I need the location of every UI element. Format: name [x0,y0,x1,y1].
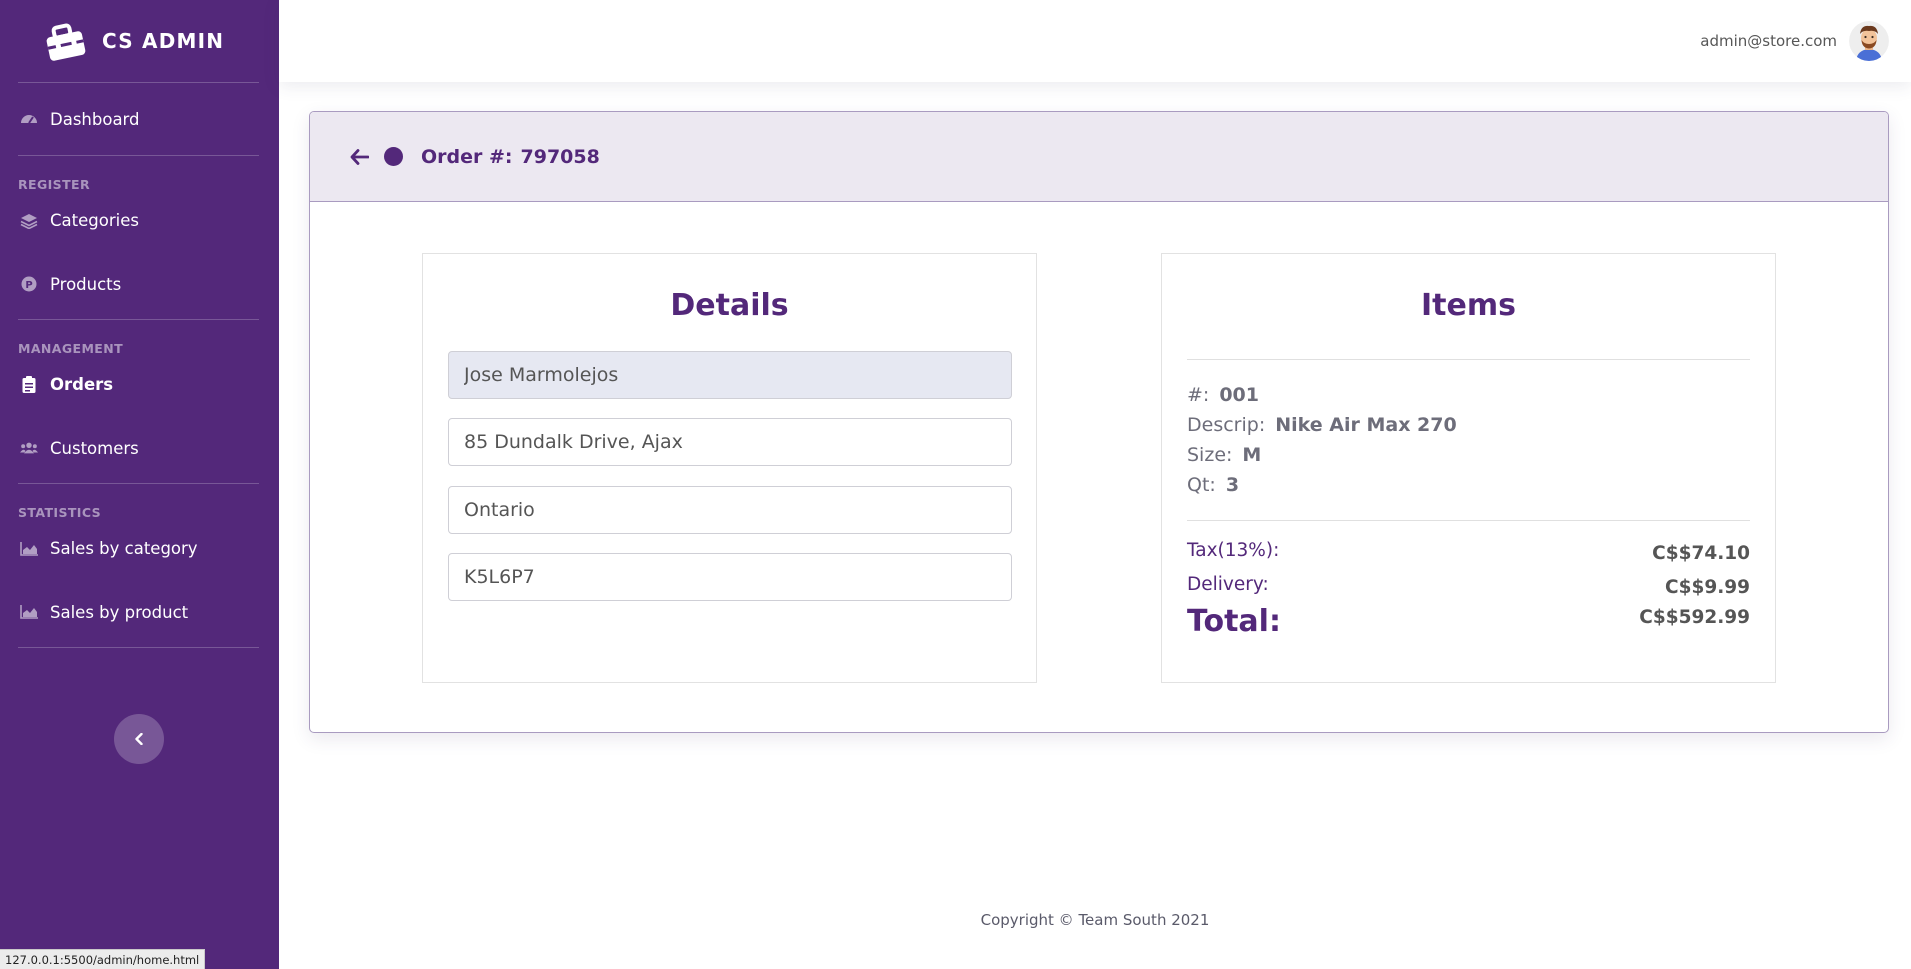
sidebar-item-sales-by-product[interactable]: Sales by product [0,577,279,647]
items-panel: Items #: 001 Descrip: Nike Air Max 270 Siz… [1161,253,1776,683]
clipboard-icon [20,376,38,394]
product-icon: P [20,275,38,293]
items-divider [1187,520,1750,521]
section-heading-register: REGISTER [18,177,90,192]
status-dot [384,147,403,166]
brand[interactable]: CS ADMIN [0,0,279,82]
province-field[interactable] [448,486,1012,534]
tax-row: Tax(13%): C$$74.10 [1187,540,1750,564]
total-value: C$$592.99 [1639,607,1750,628]
delivery-value: C$$9.99 [1665,577,1750,598]
section-heading-statistics: STATISTICS [18,505,102,520]
order-card: Order #: 797058 Details Items #: 001 Desc… [309,111,1889,733]
topbar: admin@store.com [279,0,1911,82]
section-heading-management: MANAGEMENT [18,341,124,356]
area-chart-icon [20,603,38,621]
user-email[interactable]: admin@store.com [1700,32,1837,50]
delivery-label: Delivery: [1187,574,1269,595]
area-chart-icon [20,540,38,558]
item-descrip-label: Descrip: [1187,414,1266,436]
order-header: Order #: 797058 [310,112,1888,202]
sidebar-item-label: Customers [50,438,139,458]
gauge-icon [20,110,38,128]
layers-icon [20,212,38,230]
postal-code-field[interactable] [448,553,1012,601]
item-number-label: #: [1187,384,1210,406]
chevron-left-icon [134,730,144,749]
total-label: Total: [1187,604,1281,639]
browser-status-url: 127.0.0.1:5500/admin/home.html [0,949,206,969]
total-row: Total: C$$592.99 [1187,604,1750,639]
sidebar-item-label: Products [50,274,122,294]
order-number: 797058 [520,145,600,168]
item-descrip-value: Nike Air Max 270 [1275,414,1457,436]
sidebar-item-label: Sales by category [50,539,198,558]
order-label: Order #: [421,145,513,168]
sidebar-toggle-button[interactable] [114,714,164,764]
address-field[interactable] [448,418,1012,466]
sidebar-divider [18,647,259,648]
users-icon [20,439,38,457]
brand-title: CS ADMIN [102,29,225,53]
sidebar-item-label: Sales by product [50,602,189,622]
sidebar-item-sales-by-category[interactable]: Sales by category [0,520,279,577]
sidebar: CS ADMIN Dashboard REGISTER Categories P… [0,0,279,969]
tax-label: Tax(13%): [1187,540,1280,561]
customer-name-field[interactable] [448,351,1012,399]
sidebar-item-dashboard[interactable]: Dashboard [0,83,279,155]
item-number-value: 001 [1219,384,1259,406]
avatar[interactable] [1849,21,1889,61]
sidebar-item-label: Dashboard [50,109,140,129]
item-size-label: Size: [1187,444,1233,466]
item-qt-value: 3 [1225,474,1240,496]
sidebar-item-products[interactable]: P Products [0,249,279,319]
sidebar-item-categories[interactable]: Categories [0,192,279,249]
sidebar-item-label: Categories [50,211,139,230]
items-title: Items [1421,288,1516,323]
delivery-row: Delivery: C$$9.99 [1187,574,1750,598]
item-qt-label: Qt: [1187,474,1216,496]
toolbox-icon [42,20,88,62]
footer-copyright: Copyright © Team South 2021 [980,911,1210,929]
details-title: Details [670,288,789,323]
item-size-value: M [1242,444,1262,466]
item-size-row: Size: M [1187,444,1261,466]
items-divider [1187,359,1750,360]
item-descrip-row: Descrip: Nike Air Max 270 [1187,414,1457,436]
svg-text:P: P [25,280,32,291]
details-panel: Details [422,253,1037,683]
back-arrow-icon[interactable] [350,147,370,167]
sidebar-item-orders[interactable]: Orders [0,356,279,413]
item-number-row: #: 001 [1187,384,1259,406]
tax-value: C$$74.10 [1652,543,1750,564]
item-qt-row: Qt: 3 [1187,474,1239,496]
sidebar-item-label: Orders [50,375,114,394]
sidebar-item-customers[interactable]: Customers [0,413,279,483]
